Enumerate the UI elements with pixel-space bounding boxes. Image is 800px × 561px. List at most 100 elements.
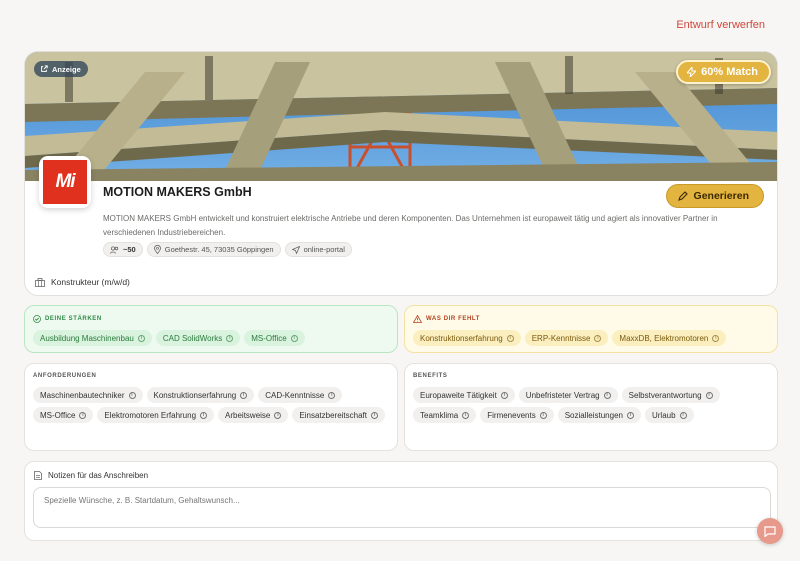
notes-textarea[interactable] [33, 487, 771, 528]
tag-label: MS-Office [251, 333, 287, 343]
tag-label: Firmenevents [487, 410, 536, 420]
info-icon[interactable]: i [626, 411, 634, 419]
send-icon [291, 245, 300, 254]
strengths-title: DEINE STÄRKEN [33, 315, 102, 323]
company-logo-mark: Mi [43, 160, 87, 204]
info-icon[interactable]: i [506, 334, 514, 342]
company-logo: Mi [39, 156, 91, 208]
tag-label: Unbefristeter Vertrag [525, 390, 600, 400]
ad-badge: Anzeige [34, 61, 88, 77]
employee-count-chip: ~50 [103, 242, 143, 257]
match-badge: 60% Match [676, 60, 771, 84]
source-text: online-portal [303, 245, 345, 254]
info-icon[interactable]: i [128, 391, 136, 399]
info-icon[interactable]: i [137, 334, 145, 342]
strength-tag: Ausbildung Maschinenbau i [33, 330, 152, 346]
tag-label: Konstruktionserfahrung [153, 390, 237, 400]
strength-tag: MS-Office i [244, 330, 305, 346]
info-icon[interactable]: i [200, 411, 208, 419]
company-name: MOTION MAKERS GmbH [103, 185, 252, 199]
benefit-tag: Sozialleistungen i [557, 407, 641, 423]
benefit-tag: Unbefristeter Vertrag i [518, 387, 618, 403]
address-chip: Goethestr. 45, 73035 Göppingen [146, 242, 281, 257]
requirement-tag: Elektromotoren Erfahrung i [97, 407, 215, 423]
pencil-icon [677, 191, 688, 201]
generate-button[interactable]: Generieren [665, 184, 764, 208]
requirement-tag: Arbeitsweise i [218, 407, 289, 423]
strengths-title-text: DEINE STÄRKEN [45, 316, 102, 322]
tag-label: Konstruktionserfahrung [420, 333, 503, 343]
job-card: Anzeige 60% Match Mi MOTION MAKERS GmbH … [24, 51, 778, 296]
info-icon[interactable]: i [290, 334, 298, 342]
tag-label: MS-Office [40, 410, 76, 420]
info-icon[interactable]: i [328, 391, 336, 399]
match-label: 60% Match [701, 66, 758, 78]
generate-label: Generieren [693, 190, 749, 202]
info-icon[interactable]: i [500, 391, 508, 399]
requirements-title: ANFORDERUNGEN [33, 373, 97, 379]
missing-tag: MaxxDB, Elektromotoren i [612, 330, 727, 346]
benefits-title: BENEFITS [413, 373, 448, 379]
discard-draft-link[interactable]: Entwurf verwerfen [676, 19, 765, 31]
missing-tags: Konstruktionserfahrung i ERP-Kenntnisse i … [413, 330, 769, 346]
external-link-icon [41, 65, 48, 72]
missing-panel: WAS DIR FEHLT Konstruktionserfahrung i ER… [404, 305, 778, 353]
job-role-label: Konstrukteur (m/w/d) [51, 277, 130, 287]
requirement-tag: Konstruktionserfahrung i [146, 387, 255, 403]
tag-label: Selbstverantwortung [628, 390, 702, 400]
chat-button[interactable] [757, 518, 783, 544]
chat-bubble-icon [764, 525, 776, 537]
strengths-panel: DEINE STÄRKEN Ausbildung Maschinenbau i C… [24, 305, 398, 353]
employee-count: ~50 [123, 245, 136, 254]
notes-panel: Notizen für das Anschreiben [24, 461, 778, 541]
benefits-panel: BENEFITS Europaweite Tätigkeit i Unbefris… [404, 363, 778, 451]
job-role: Konstrukteur (m/w/d) [35, 277, 130, 287]
info-icon[interactable]: i [462, 411, 470, 419]
benefit-tag: Teamklima i [413, 407, 477, 423]
info-icon[interactable]: i [226, 334, 234, 342]
users-icon [110, 245, 119, 254]
info-icon[interactable]: i [705, 391, 713, 399]
tag-label: CAD-Kenntnisse [265, 390, 325, 400]
missing-title-text: WAS DIR FEHLT [426, 316, 481, 322]
tag-label: Elektromotoren Erfahrung [104, 410, 197, 420]
info-icon[interactable]: i [679, 411, 687, 419]
benefit-tag: Firmenevents i [480, 407, 554, 423]
lightning-icon [687, 67, 697, 77]
company-description: MOTION MAKERS GmbH entwickelt und konstr… [103, 214, 718, 237]
info-icon[interactable]: i [603, 391, 611, 399]
benefit-tag: Selbstverantwortung i [621, 387, 720, 403]
tag-label: Sozialleistungen [564, 410, 623, 420]
info-icon[interactable]: i [539, 411, 547, 419]
company-meta: ~50 Goethestr. 45, 73035 Göppingen onlin… [103, 242, 352, 257]
tag-label: Einsatzbereitschaft [299, 410, 367, 420]
notes-title-text: Notizen für das Anschreiben [48, 471, 149, 480]
tag-label: Teamklima [420, 410, 459, 420]
location-pin-icon [153, 245, 161, 254]
benefits-tags: Europaweite Tätigkeit i Unbefristeter Ver… [413, 387, 769, 423]
info-icon[interactable]: i [274, 411, 282, 419]
missing-tag: ERP-Kenntnisse i [524, 330, 609, 346]
benefit-tag: Europaweite Tätigkeit i [413, 387, 515, 403]
hero-image: Anzeige 60% Match [25, 52, 777, 181]
info-icon[interactable]: i [79, 411, 87, 419]
requirements-tags: Maschinenbautechniker i Konstruktionserfa… [33, 387, 389, 423]
requirement-tag: MS-Office i [33, 407, 94, 423]
address-text: Goethestr. 45, 73035 Göppingen [164, 245, 274, 254]
benefit-tag: Urlaub i [644, 407, 694, 423]
document-icon [34, 471, 42, 480]
missing-tag: Konstruktionserfahrung i [413, 330, 521, 346]
notes-title: Notizen für das Anschreiben [34, 471, 148, 480]
tag-label: Maschinenbautechniker [40, 390, 125, 400]
info-icon[interactable]: i [594, 334, 602, 342]
info-icon[interactable]: i [370, 411, 378, 419]
check-circle-icon [33, 315, 41, 323]
tag-label: Urlaub [651, 410, 676, 420]
info-icon[interactable]: i [712, 334, 720, 342]
strength-tag: CAD SolidWorks i [155, 330, 241, 346]
tag-label: Arbeitsweise [225, 410, 271, 420]
info-icon[interactable]: i [240, 391, 248, 399]
missing-title: WAS DIR FEHLT [413, 315, 480, 323]
ad-label: Anzeige [52, 64, 81, 74]
requirement-tag: Einsatzbereitschaft i [292, 407, 385, 423]
